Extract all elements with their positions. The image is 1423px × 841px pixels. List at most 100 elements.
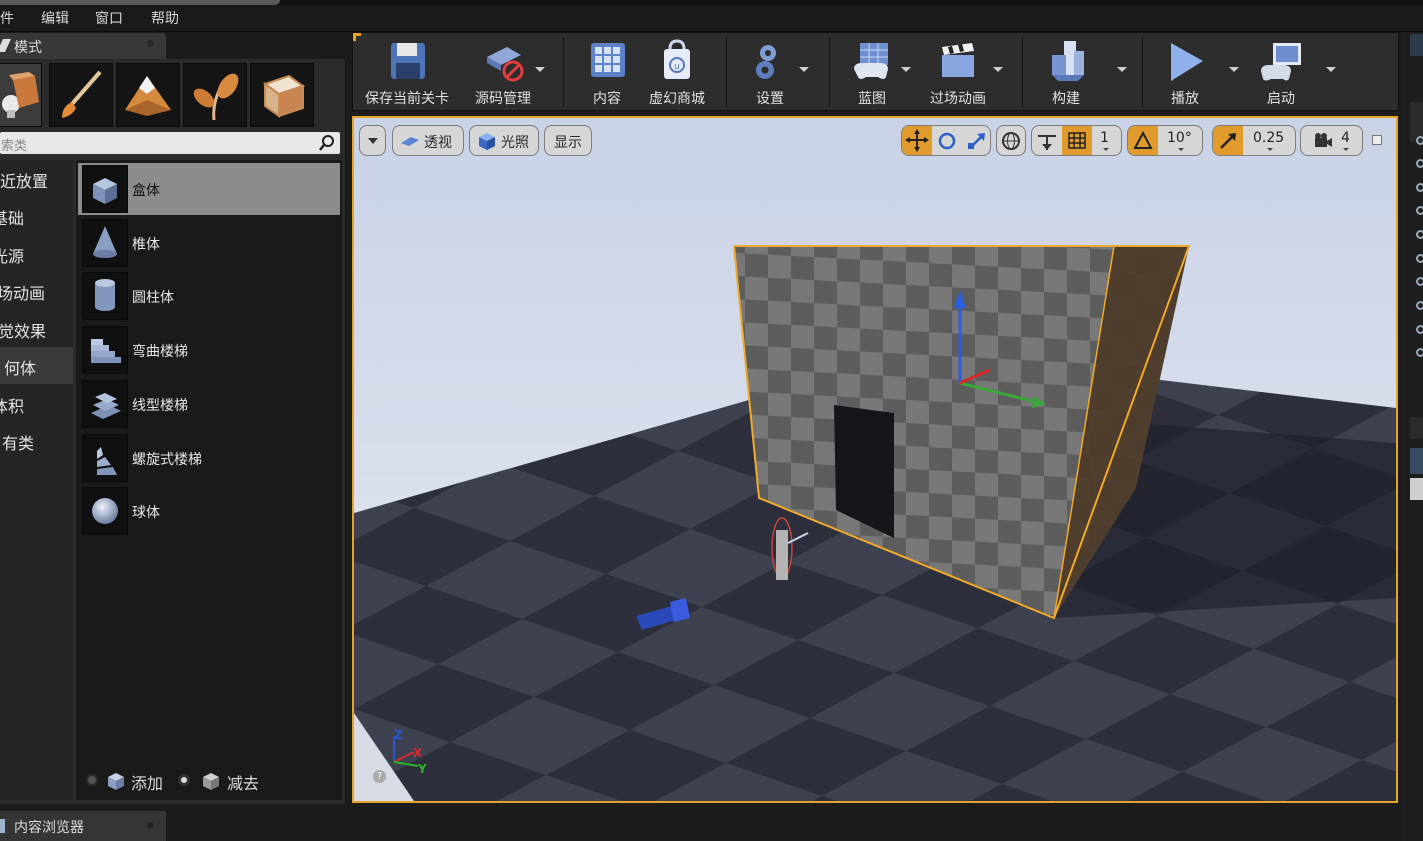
perspective-button[interactable]: 透视 [392, 125, 464, 156]
category-recently-placed[interactable]: 近放置 [0, 160, 73, 197]
scale-mode-button[interactable] [962, 126, 992, 155]
item-sphere[interactable]: 球体 [78, 485, 340, 537]
item-label: 螺旋式楼梯 [132, 452, 202, 468]
lit-mode-button[interactable]: 光照 [469, 125, 539, 156]
visibility-eye-icon[interactable] [1416, 206, 1423, 215]
chevron-down-icon [1267, 148, 1273, 151]
curved-stair-icon [91, 339, 121, 363]
toolbar-label: 设置 [756, 91, 784, 107]
visibility-eye-icon[interactable] [1416, 277, 1423, 286]
visibility-eye-icon[interactable] [1416, 348, 1423, 357]
item-curved-stair[interactable]: 弯曲楼梯 [78, 324, 340, 376]
item-spiral-stair[interactable]: 螺旋式楼梯 [78, 432, 340, 484]
launch-button[interactable]: 启动 [1243, 33, 1336, 110]
item-cylinder[interactable]: 圆柱体 [78, 270, 340, 322]
item-linear-stair[interactable]: 线型楼梯 [78, 378, 340, 430]
scale-snap-group: 0.25 [1212, 125, 1296, 156]
category-all-classes[interactable]: 有类 [0, 422, 73, 459]
item-box[interactable]: 盒体 [78, 163, 340, 215]
linear-stair-icon [91, 393, 121, 419]
toolbar-label: 保存当前关卡 [365, 91, 449, 107]
visibility-eye-icon[interactable] [1416, 136, 1423, 145]
unreal-editor-window: 件 编辑 窗口 帮助 模式 索类 近放置 基础 光源 场动画 觉效果 何体 体积… [0, 0, 1423, 841]
close-tab-icon[interactable] [147, 822, 154, 829]
add-radio[interactable] [86, 774, 98, 786]
camera-speed-group[interactable]: 4 [1300, 125, 1363, 156]
geometry-edit-mode-button[interactable] [250, 63, 314, 127]
cinematics-button[interactable]: 过场动画 [921, 33, 1003, 110]
surface-snap-button[interactable] [1032, 126, 1062, 155]
content-browser-tab[interactable]: 内容浏览器 [0, 811, 166, 841]
class-search-field[interactable]: 搜索类 [0, 132, 340, 154]
content-button[interactable]: 内容 [571, 33, 643, 110]
visibility-eye-icon[interactable] [1416, 254, 1423, 263]
chevron-down-icon[interactable] [535, 67, 545, 72]
level-viewport[interactable]: 透视 光照 显示 1 10° 0.25 4 Z X Y ? [352, 116, 1398, 803]
menu-help[interactable]: 帮助 [151, 8, 179, 28]
visibility-eye-icon[interactable] [1416, 183, 1423, 192]
play-button[interactable]: 播放 [1147, 33, 1239, 110]
help-icon[interactable]: ? [373, 770, 386, 783]
category-basic[interactable]: 基础 [0, 197, 73, 234]
save-level-button[interactable]: 保存当前关卡 [361, 33, 453, 110]
chevron-down-icon[interactable] [901, 67, 911, 72]
grid-snap-value[interactable]: 1 [1100, 130, 1109, 146]
category-geometry[interactable]: 何体 [0, 347, 73, 384]
rotation-snap-toggle[interactable] [1128, 126, 1158, 155]
add-label[interactable]: 添加 [131, 770, 163, 794]
subtract-radio[interactable] [178, 774, 190, 786]
translate-mode-button[interactable] [902, 126, 932, 155]
menu-edit[interactable]: 编辑 [41, 8, 69, 28]
category-visual-effects[interactable]: 觉效果 [0, 310, 73, 347]
visibility-eye-icon[interactable] [1416, 230, 1423, 239]
menu-window[interactable]: 窗口 [95, 8, 123, 28]
item-label: 椎体 [132, 237, 160, 253]
close-tab-icon[interactable] [147, 40, 154, 47]
place-mode-button[interactable] [0, 63, 42, 127]
source-control-button[interactable]: 源码管理 [465, 33, 545, 110]
landscape-mode-button[interactable] [116, 63, 180, 127]
foliage-mode-button[interactable] [183, 63, 247, 127]
scale-snap-value[interactable]: 0.25 [1253, 130, 1284, 146]
scene-render[interactable] [354, 118, 1396, 801]
blueprint-button[interactable]: 蓝图 [836, 33, 911, 110]
chevron-down-icon[interactable] [799, 67, 809, 72]
category-cinematic[interactable]: 场动画 [0, 272, 73, 309]
visibility-eye-icon[interactable] [1416, 159, 1423, 168]
chevron-down-icon[interactable] [1229, 67, 1239, 72]
item-cone[interactable]: 椎体 [78, 217, 340, 269]
grid-snap-toggle[interactable] [1062, 126, 1092, 155]
rotation-snap-value[interactable]: 10° [1167, 130, 1192, 146]
cone-brush-icon [93, 226, 117, 258]
category-volumes[interactable]: 体积 [0, 385, 73, 422]
sphere-brush-icon [92, 498, 118, 524]
visibility-eye-icon[interactable] [1416, 301, 1423, 310]
menu-file[interactable]: 件 [0, 8, 14, 28]
settings-button[interactable]: 设置 [733, 33, 809, 110]
chevron-down-icon[interactable] [993, 67, 1003, 72]
chevron-down-icon[interactable] [1117, 67, 1127, 72]
world-local-toggle[interactable] [996, 125, 1026, 156]
chevron-down-icon[interactable] [1326, 67, 1336, 72]
clapper-icon [942, 43, 974, 77]
search-icon[interactable] [318, 134, 336, 152]
viewport-options-button[interactable] [359, 125, 386, 156]
visibility-eye-icon[interactable] [1416, 325, 1423, 334]
show-button[interactable]: 显示 [544, 125, 592, 156]
rotate-mode-button[interactable] [932, 126, 962, 155]
category-lights[interactable]: 光源 [0, 235, 73, 272]
content-icon [591, 43, 625, 77]
build-button[interactable]: 构建 [1029, 33, 1127, 110]
marketplace-button[interactable]: u 虚幻商城 [641, 33, 713, 110]
item-label: 盒体 [132, 183, 160, 199]
angle-icon [1133, 130, 1153, 149]
modes-tab[interactable]: 模式 [0, 33, 166, 59]
axis-z-label: Z [394, 728, 403, 742]
toolbar-label: 启动 [1267, 91, 1295, 107]
maximize-viewport-icon[interactable] [1372, 135, 1382, 145]
search-placeholder: 搜索类 [0, 139, 28, 154]
scale-snap-toggle[interactable] [1213, 126, 1243, 155]
toolbar-label: 构建 [1052, 91, 1080, 107]
subtract-label[interactable]: 减去 [227, 770, 259, 794]
paint-mode-button[interactable] [49, 63, 113, 127]
